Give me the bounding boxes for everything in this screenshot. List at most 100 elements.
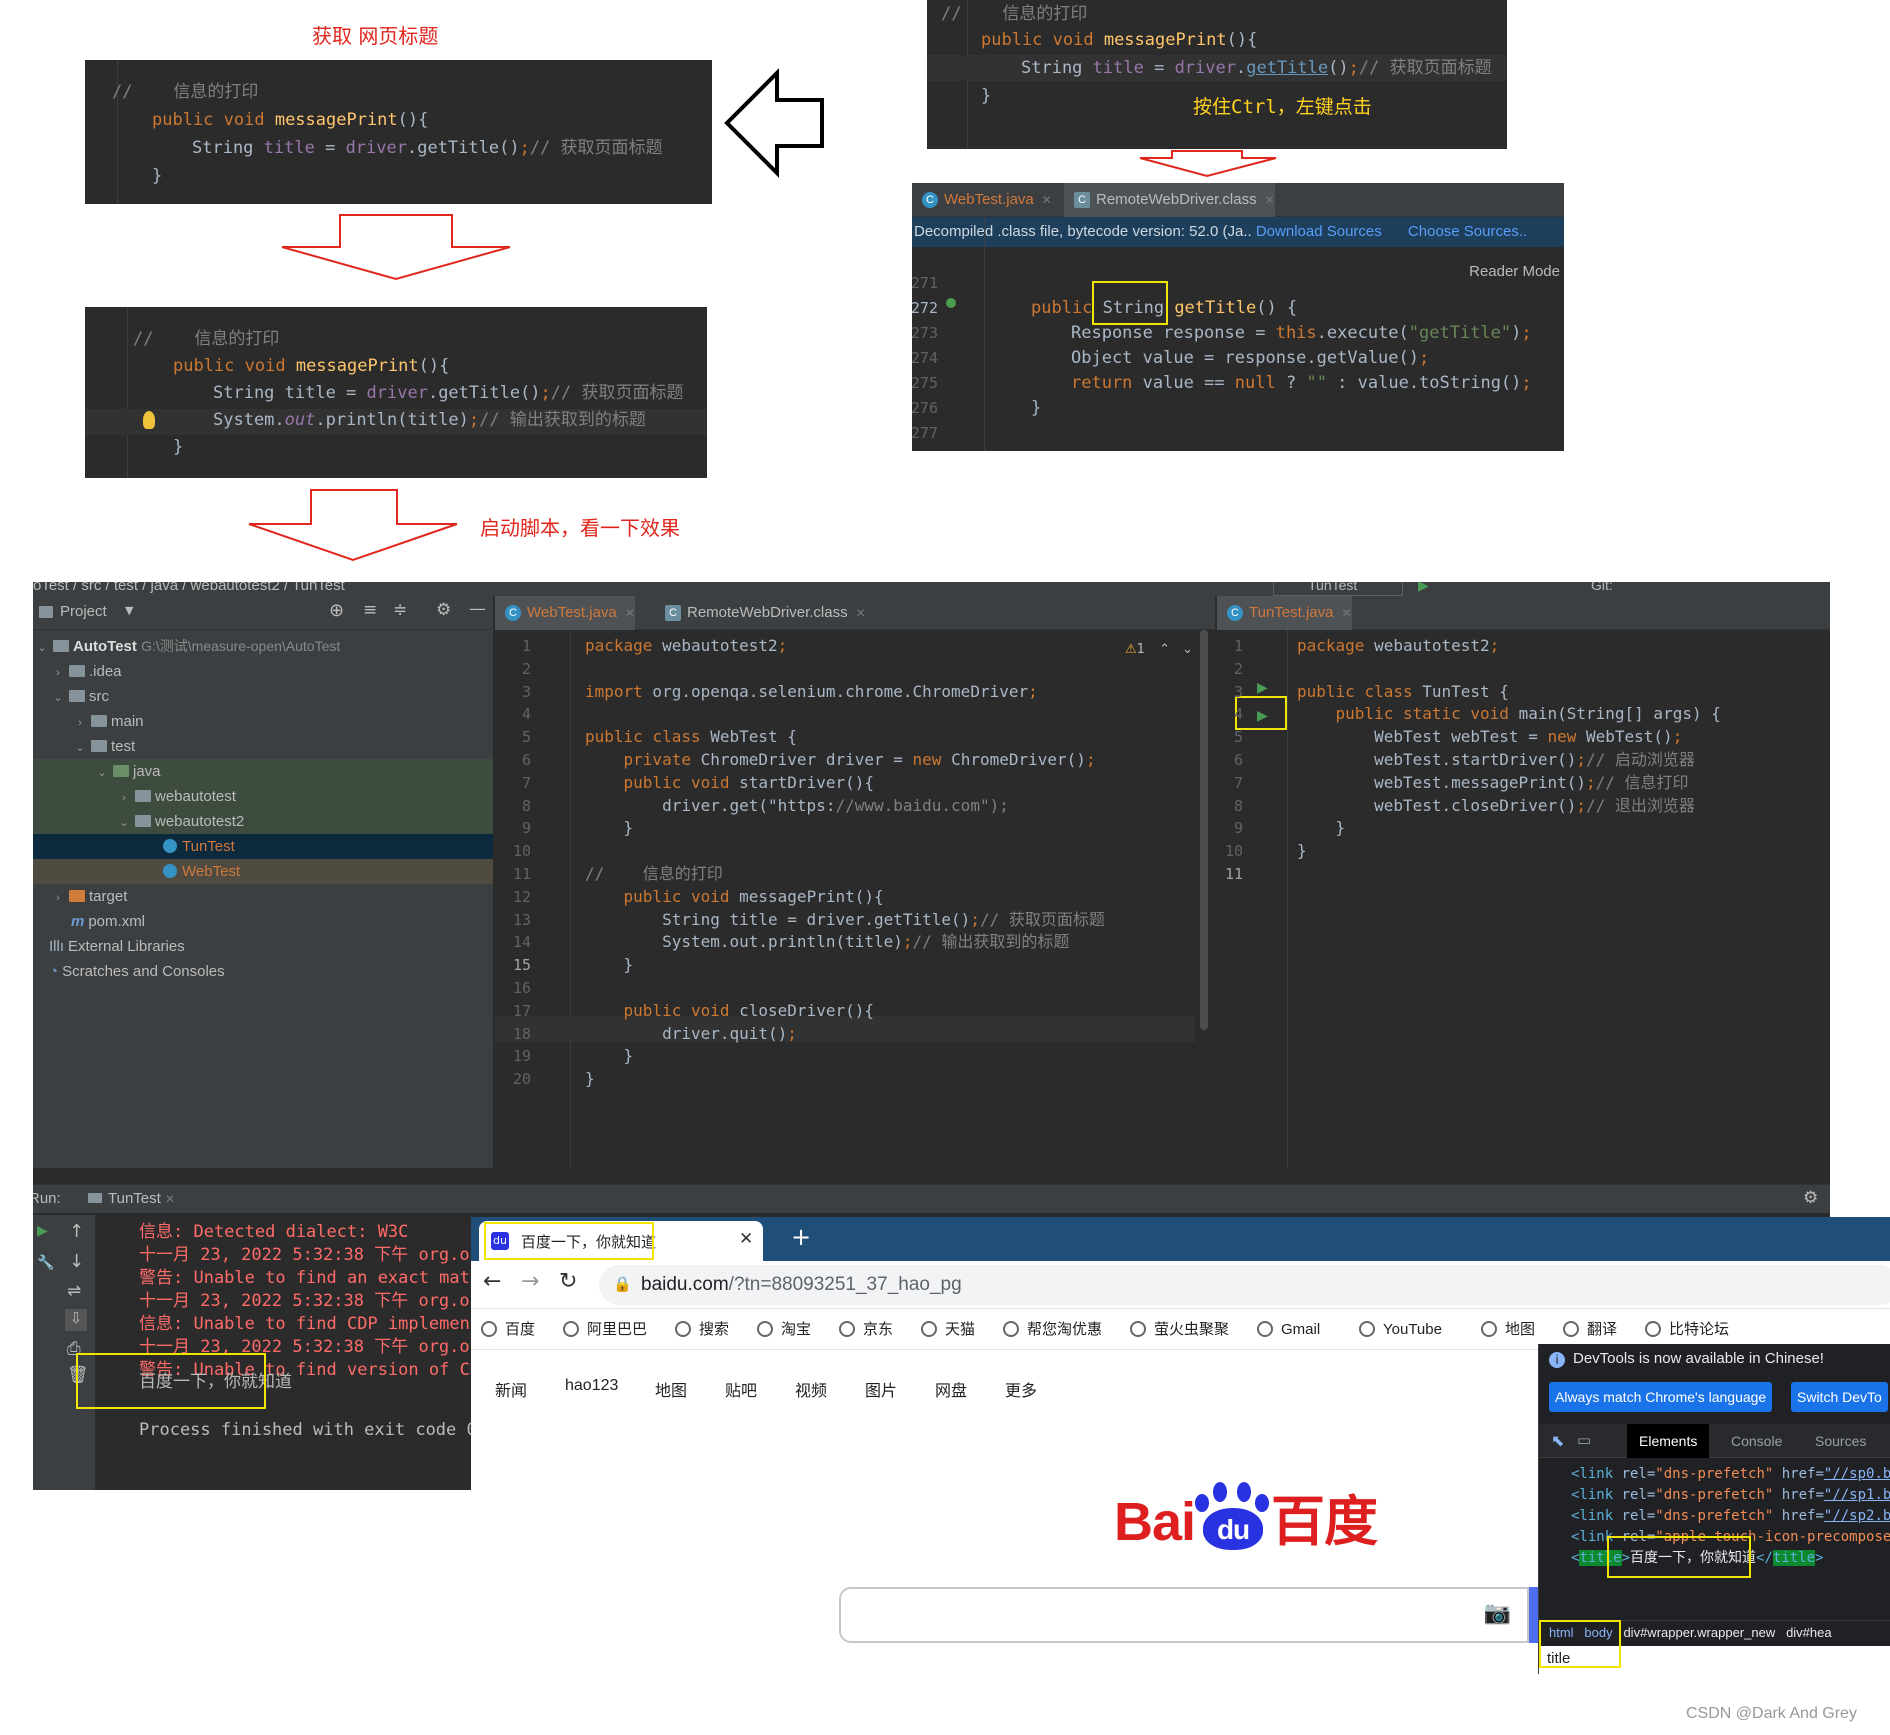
- lock-icon[interactable]: 🔒: [613, 1275, 632, 1293]
- url-text[interactable]: baidu.com/?tn=88093251_37_hao_pg: [641, 1274, 962, 1296]
- close-icon[interactable]: ✕: [856, 606, 866, 620]
- console-exit: Process finished with exit code 0: [139, 1420, 477, 1440]
- run-side-toolbar: ▶ 🔧: [33, 1215, 59, 1490]
- bookmark-item[interactable]: YouTube: [1359, 1310, 1442, 1350]
- baidu-logo[interactable]: Bai du 百度: [1114, 1477, 1378, 1556]
- rerun-icon[interactable]: ▶: [37, 1223, 48, 1239]
- minimize-icon[interactable]: —: [469, 599, 486, 619]
- reader-mode-toggle[interactable]: Reader Mode: [1469, 263, 1560, 280]
- tree-item-java[interactable]: ⌄ java: [33, 759, 493, 784]
- close-icon[interactable]: ✕: [1265, 193, 1275, 207]
- gear-icon[interactable]: ⚙: [436, 600, 451, 620]
- new-tab-icon[interactable]: +: [791, 1223, 811, 1251]
- tree-item-scratches[interactable]: ◔ Scratches and Consoles: [33, 959, 493, 984]
- snippet2-close: }: [173, 437, 184, 457]
- choose-sources-link[interactable]: Choose Sources..: [1408, 223, 1527, 240]
- camera-icon[interactable]: 📷: [1484, 1601, 1511, 1626]
- baidu-nav-link[interactable]: 网盘: [935, 1377, 967, 1401]
- expand-all-icon[interactable]: ≡: [363, 600, 377, 620]
- tab-webtest-java[interactable]: C WebTest.java ✕: [912, 183, 1052, 217]
- note-get-title: 获取 网页标题: [312, 24, 439, 48]
- tree-item-autotest[interactable]: ⌄ AutoTest G:\测试\measure-open\AutoTest: [33, 634, 493, 659]
- baidu-nav-link[interactable]: 更多: [1005, 1377, 1037, 1401]
- address-bar[interactable]: 🔒 baidu.com/?tn=88093251_37_hao_pg: [599, 1265, 1890, 1305]
- dom-line[interactable]: <link rel="dns-prefetch" href="//sp1.ba: [1571, 1485, 1890, 1506]
- bookmark-item[interactable]: 淘宝: [757, 1310, 811, 1350]
- tab-elements[interactable]: Elements: [1627, 1424, 1710, 1458]
- globe-icon: [563, 1321, 579, 1337]
- bookmark-item[interactable]: 搜索: [675, 1310, 729, 1350]
- bulb-icon[interactable]: [143, 411, 155, 429]
- close-icon[interactable]: ✕: [1342, 606, 1352, 620]
- baidu-nav-link[interactable]: 贴吧: [725, 1377, 757, 1401]
- baidu-nav-link[interactable]: 视频: [795, 1377, 827, 1401]
- bookmark-item[interactable]: Gmail: [1257, 1310, 1320, 1350]
- collapse-all-icon[interactable]: ≑: [393, 600, 407, 620]
- tab-console[interactable]: Console: [1731, 1424, 1782, 1458]
- run-icon[interactable]: ▶: [1418, 582, 1429, 594]
- tab-sources[interactable]: Sources: [1815, 1424, 1866, 1458]
- code-line: }: [1297, 841, 1307, 861]
- dom-line[interactable]: <link rel="dns-prefetch" href="//sp0.ba: [1571, 1464, 1890, 1485]
- back-icon[interactable]: ←: [483, 1269, 501, 1294]
- download-sources-link[interactable]: Download Sources: [1256, 223, 1382, 240]
- tree-item-test[interactable]: ⌄ test: [33, 734, 493, 759]
- bookmark-item[interactable]: 地图: [1481, 1310, 1535, 1350]
- tree-item-pom[interactable]: m pom.xml: [33, 909, 493, 934]
- editor-left: C WebTest.java ✕ C RemoteWebDriver.class ✕ ⚠…: [495, 596, 1215, 1168]
- tree-item-idea[interactable]: › .idea: [33, 659, 493, 684]
- close-tab-icon[interactable]: ✕: [739, 1229, 753, 1249]
- dom-line[interactable]: <link rel="dns-prefetch" href="//sp2.ba: [1571, 1506, 1890, 1527]
- warning-indicator[interactable]: ⚠1 ⌃ ⌄: [1125, 642, 1193, 657]
- library-icon: Illı: [49, 938, 64, 955]
- bookmark-item[interactable]: 帮您淘优惠: [1003, 1310, 1102, 1350]
- tree-item-src[interactable]: ⌄ src: [33, 684, 493, 709]
- line-number: 14: [512, 933, 531, 952]
- bookmark-item[interactable]: 萤火虫聚聚: [1130, 1310, 1229, 1350]
- run-tab[interactable]: TunTest ✕: [88, 1190, 175, 1207]
- tab-remotewebdriver-class[interactable]: C RemoteWebDriver.class ✕: [655, 596, 866, 630]
- breadcrumb[interactable]: oTest / src / test / java / webautotest2…: [33, 582, 345, 594]
- match-language-button[interactable]: Always match Chrome's language: [1549, 1382, 1773, 1412]
- baidu-nav-link[interactable]: 地图: [655, 1377, 687, 1401]
- tab-tuntest-java[interactable]: C TunTest.java ✕: [1217, 596, 1352, 630]
- bookmark-item[interactable]: 阿里巴巴: [563, 1310, 647, 1350]
- chevron-down-icon[interactable]: ▼: [125, 604, 133, 617]
- scroll-end-icon[interactable]: ⇩: [65, 1309, 87, 1331]
- switch-devtools-button[interactable]: Switch DevTo: [1791, 1382, 1888, 1412]
- project-label[interactable]: Project: [60, 603, 107, 620]
- search-input[interactable]: 📷: [839, 1587, 1529, 1643]
- bookmark-item[interactable]: 百度: [481, 1310, 535, 1350]
- close-icon[interactable]: ✕: [1042, 193, 1052, 207]
- tree-item-main[interactable]: › main: [33, 709, 493, 734]
- close-icon[interactable]: ✕: [625, 606, 635, 620]
- device-icon[interactable]: ▭: [1577, 1431, 1591, 1449]
- tree-item-webautotest[interactable]: › webautotest: [33, 784, 493, 809]
- tree-item-webautotest2[interactable]: ⌄ webautotest2: [33, 809, 493, 834]
- locate-icon[interactable]: ⊕: [329, 600, 344, 621]
- baidu-nav-link[interactable]: hao123: [565, 1377, 618, 1395]
- run-gutter-icon[interactable]: ▶: [1257, 680, 1268, 696]
- run-config-select[interactable]: TunTest: [1273, 582, 1403, 596]
- forward-icon[interactable]: →: [521, 1269, 539, 1294]
- tree-item-webtest[interactable]: WebTest: [33, 859, 493, 884]
- baidu-nav-link[interactable]: 新闻: [495, 1377, 527, 1401]
- bookmark-item[interactable]: 天猫: [921, 1310, 975, 1350]
- inspect-icon[interactable]: ⬉: [1551, 1431, 1564, 1450]
- tab-webtest-java[interactable]: C WebTest.java ✕: [495, 596, 635, 630]
- soft-wrap-icon[interactable]: ⇌: [67, 1281, 81, 1301]
- tree-item-external-libraries[interactable]: Illı External Libraries: [33, 934, 493, 959]
- code-line: driver.quit();: [585, 1023, 797, 1043]
- wrench-icon[interactable]: 🔧: [37, 1255, 54, 1271]
- gear-icon[interactable]: ⚙: [1803, 1188, 1818, 1208]
- arrow-down-icon[interactable]: ↓: [69, 1251, 84, 1272]
- tree-item-tuntest[interactable]: TunTest: [33, 834, 493, 859]
- implements-icon[interactable]: [946, 298, 956, 308]
- bookmark-item[interactable]: 京东: [839, 1310, 893, 1350]
- tab-remotewebdriver-class[interactable]: C RemoteWebDriver.class ✕: [1064, 183, 1275, 217]
- reload-icon[interactable]: ↻: [559, 1269, 577, 1294]
- git-label: Git:: [1591, 582, 1613, 593]
- baidu-nav-link[interactable]: 图片: [865, 1377, 897, 1401]
- tree-item-target[interactable]: › target: [33, 884, 493, 909]
- arrow-up-icon[interactable]: ↑: [69, 1221, 84, 1242]
